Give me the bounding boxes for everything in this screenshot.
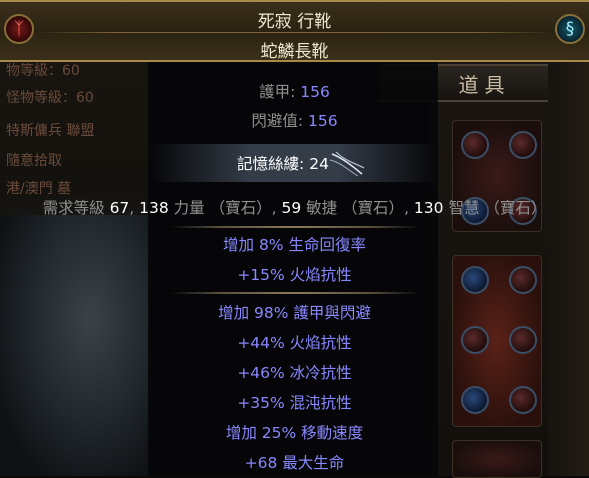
item-name: 死寂 行靴 bbox=[257, 12, 332, 32]
explicit-mod: +46% 冰冷抗性 bbox=[237, 364, 352, 382]
property-armour: 護甲: 156 bbox=[0, 80, 589, 102]
header-divider bbox=[36, 32, 553, 33]
explicit-mod: +44% 火焰抗性 bbox=[237, 334, 352, 352]
requirement-separator: , bbox=[404, 199, 414, 217]
explicit-mod: +35% 混沌抗性 bbox=[237, 394, 352, 412]
item-tooltip: 死寂 行靴 蛇鱗長靴 ᛉ § 護甲: 156 閃避值: 156 記憶絲縷: 24… bbox=[0, 0, 589, 476]
item-tooltip-header: 死寂 行靴 蛇鱗長靴 ᛉ § bbox=[0, 0, 589, 62]
requirement-separator: , bbox=[129, 199, 140, 217]
requirement-level-value: 67 bbox=[109, 199, 130, 217]
property-evasion: 閃避值: 156 bbox=[0, 109, 589, 131]
property-value: 156 bbox=[300, 83, 330, 101]
swirl-emblem-icon: § bbox=[555, 14, 585, 44]
explicit-mod: +68 最大生命 bbox=[244, 454, 345, 472]
rune-emblem-icon: ᛉ bbox=[4, 14, 34, 44]
explicit-mod: 增加 98% 護甲與閃避 bbox=[218, 304, 371, 322]
requirement-int-label: 智慧 （寶石） bbox=[443, 199, 547, 217]
memory-strands-bar: 記憶絲縷: 24 bbox=[150, 144, 438, 182]
tooltip-separator bbox=[170, 292, 420, 294]
implicit-mod: 增加 8% 生命回復率 bbox=[223, 236, 366, 254]
requirements-line: 需求等級 67, 138 力量 （寶石）, 59 敏捷 （寶石）, 130 智慧… bbox=[0, 196, 589, 218]
requirement-dex-value: 59 bbox=[281, 199, 302, 217]
requirement-separator: , bbox=[271, 199, 282, 217]
memory-strands-icon bbox=[329, 151, 365, 177]
requirement-label: 需求等級 bbox=[42, 199, 110, 217]
implicit-mod: +15% 火焰抗性 bbox=[237, 266, 352, 284]
memory-strands-text: 記憶絲縷: 24 bbox=[237, 155, 329, 173]
explicit-mod: 增加 25% 移動速度 bbox=[225, 424, 364, 442]
property-label: 護甲: bbox=[259, 83, 301, 101]
requirement-dex-label: 敏捷 （寶石） bbox=[301, 199, 405, 217]
property-value: 156 bbox=[308, 112, 338, 130]
item-base-type: 蛇鱗長靴 bbox=[260, 42, 329, 62]
requirement-str-label: 力量 （寶石） bbox=[168, 199, 272, 217]
property-label: 閃避值: bbox=[251, 112, 309, 130]
requirement-int-value: 130 bbox=[413, 199, 444, 217]
requirement-str-value: 138 bbox=[139, 199, 169, 217]
tooltip-separator bbox=[170, 226, 420, 228]
